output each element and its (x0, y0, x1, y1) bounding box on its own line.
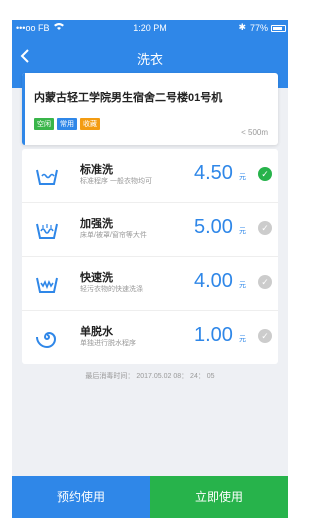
reserve-button[interactable]: 预约使用 (12, 476, 150, 518)
check-circle-icon[interactable]: ✓ (258, 167, 272, 181)
price-unit: 元 (239, 282, 246, 289)
price-unit: 元 (239, 174, 246, 181)
tag-favorite: 收藏 (80, 118, 100, 130)
status-tags: 空闲 常用 收藏 (34, 113, 103, 131)
clock: 1:20 PM (133, 23, 167, 33)
bluetooth-icon: ✱ (238, 22, 246, 32)
wash-mode-list: 标准洗 标准程序 一般衣物均可 4.50 元 ✓ 加强洗 床单/被罩/窗帘等大件… (22, 149, 278, 364)
battery-icon (271, 25, 286, 32)
use-now-button[interactable]: 立即使用 (150, 476, 288, 518)
mode-row-quick[interactable]: 快速洗 轻污衣物的快速洗涤 4.00 元 ✓ (22, 257, 278, 311)
tag-frequent: 常用 (57, 118, 77, 130)
mode-price: 4.00 (194, 270, 233, 292)
location-card: 内蒙古轻工学院男生宿舍二号楼01号机 空闲 常用 收藏 < 500m (22, 73, 278, 145)
tag-idle: 空闲 (34, 118, 54, 130)
card-accent-bar (22, 73, 25, 145)
last-disinfect-time: 最后消毒时间： 2017.05.02 08： 24： 05 (85, 373, 215, 380)
mode-row-standard[interactable]: 标准洗 标准程序 一般衣物均可 4.50 元 ✓ (22, 149, 278, 203)
mode-name: 快速洗 (80, 272, 113, 284)
mode-desc: 床单/被罩/窗帘等大件 (80, 232, 147, 239)
mode-row-spin[interactable]: 单脱水 单独进行脱水程序 1.00 元 ✓ (22, 311, 278, 364)
price-unit: 元 (239, 336, 246, 343)
mode-price: 5.00 (194, 216, 233, 238)
action-bar: 预约使用 立即使用 (12, 476, 288, 518)
mode-price: 4.50 (194, 162, 233, 184)
mode-name: 单脱水 (80, 326, 113, 338)
battery-percent: 77% (249, 23, 268, 33)
phone-screen: •••oo FB 1:20 PM ✱ 77% 洗衣 内蒙古轻工学院男生宿舍二号楼… (12, 20, 288, 518)
machine-location: 内蒙古轻工学院男生宿舍二号楼01号机 (34, 92, 223, 104)
basin-icon (36, 277, 58, 293)
basin-icon (36, 169, 58, 185)
check-circle-icon[interactable]: ✓ (258, 275, 272, 289)
mode-name: 标准洗 (80, 164, 113, 176)
spin-icon (36, 331, 57, 349)
mode-desc: 标准程序 一般衣物均可 (80, 178, 152, 185)
status-bar: •••oo FB 1:20 PM ✱ 77% (12, 20, 288, 37)
mode-name: 加强洗 (80, 218, 113, 230)
mode-desc: 轻污衣物的快速洗涤 (80, 286, 143, 293)
mode-desc: 单独进行脱水程序 (80, 340, 136, 347)
distance-label: < 500m (241, 128, 268, 137)
price-unit: 元 (239, 228, 246, 235)
page-title: 洗衣 (136, 52, 163, 67)
mode-row-intensive[interactable]: 加强洗 床单/被罩/窗帘等大件 5.00 元 ✓ (22, 203, 278, 257)
basin-icon (36, 223, 58, 239)
check-circle-icon[interactable]: ✓ (258, 221, 272, 235)
mode-price: 1.00 (194, 324, 233, 346)
check-circle-icon[interactable]: ✓ (258, 329, 272, 343)
